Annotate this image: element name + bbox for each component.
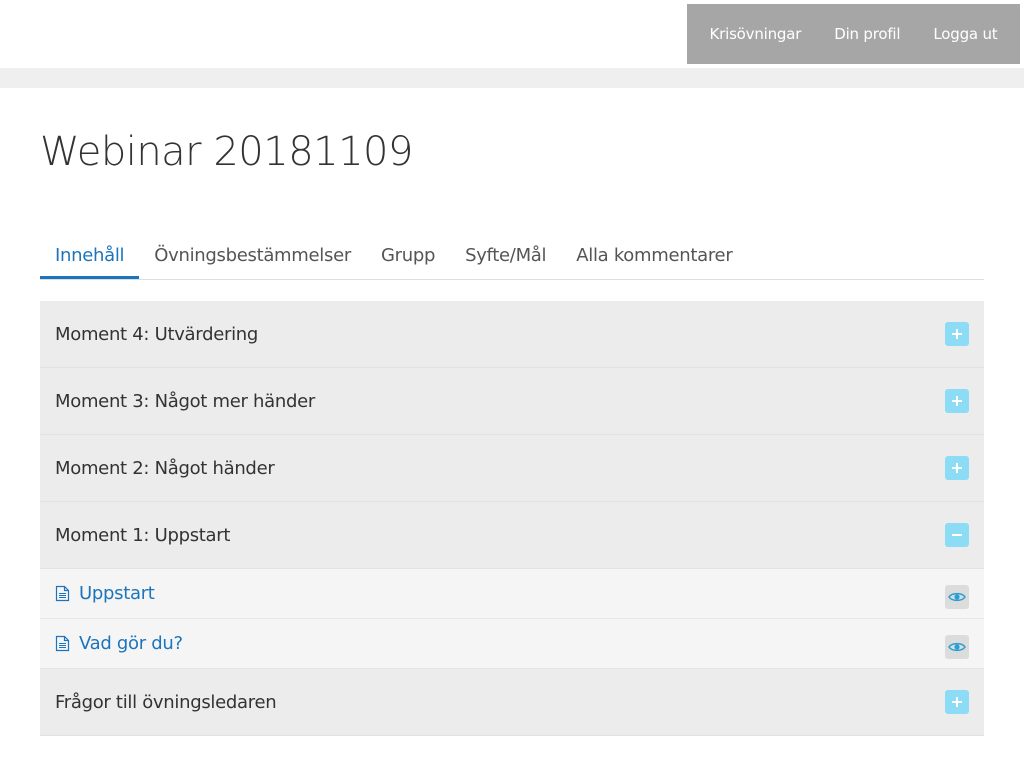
accordion-title: Moment 2: Något händer [55, 457, 275, 479]
expand-button[interactable] [945, 456, 969, 480]
item-link-group: Vad gör du? [55, 633, 183, 654]
plus-icon [952, 396, 962, 406]
plus-icon [952, 463, 962, 473]
accordion-header-moment-4[interactable]: Moment 4: Utvärdering [40, 301, 984, 368]
plus-icon [952, 697, 962, 707]
expand-button[interactable] [945, 690, 969, 714]
accordion-title: Frågor till övningsledaren [55, 691, 277, 713]
plus-icon [952, 329, 962, 339]
expand-button[interactable] [945, 322, 969, 346]
content-accordion: Moment 4: Utvärdering Moment 3: Något me… [40, 301, 984, 736]
page-title: Webinar 20181109 [40, 129, 413, 175]
tab-bar: Innehåll Övningsbestämmelser Grupp Syfte… [40, 232, 984, 280]
accordion-header-moment-3[interactable]: Moment 3: Något mer händer [40, 368, 984, 435]
expand-button[interactable] [945, 389, 969, 413]
list-item-uppstart: Uppstart [40, 569, 984, 619]
item-link[interactable]: Uppstart [79, 583, 155, 604]
accordion-header-fragor[interactable]: Frågor till övningsledaren [40, 669, 984, 736]
nav-link-krisovningar[interactable]: Krisövningar [710, 25, 802, 43]
header-divider-band [0, 68, 1024, 88]
tab-syfte-mal[interactable]: Syfte/Mål [450, 232, 561, 279]
accordion-title: Moment 1: Uppstart [55, 524, 231, 546]
accordion-title: Moment 3: Något mer händer [55, 390, 315, 412]
tab-innehall[interactable]: Innehåll [40, 232, 140, 279]
minus-icon [952, 534, 962, 536]
eye-icon [948, 592, 966, 601]
tab-alla-kommentarer[interactable]: Alla kommentarer [561, 232, 747, 279]
item-link[interactable]: Vad gör du? [79, 633, 183, 654]
tab-grupp[interactable]: Grupp [366, 232, 450, 279]
view-button[interactable] [945, 584, 969, 609]
top-navigation: Krisövningar Din profil Logga ut [687, 4, 1020, 64]
nav-link-logout[interactable]: Logga ut [933, 25, 997, 43]
tab-ovningsbestammelser[interactable]: Övningsbestämmelser [139, 232, 366, 279]
collapse-button[interactable] [945, 523, 969, 547]
document-icon [55, 635, 70, 652]
list-item-vad-gor-du: Vad gör du? [40, 619, 984, 669]
accordion-header-moment-1[interactable]: Moment 1: Uppstart [40, 502, 984, 569]
item-link-group: Uppstart [55, 583, 155, 604]
accordion-header-moment-2[interactable]: Moment 2: Något händer [40, 435, 984, 502]
view-button[interactable] [945, 634, 969, 659]
nav-link-profile[interactable]: Din profil [834, 25, 900, 43]
document-icon [55, 585, 70, 602]
accordion-title: Moment 4: Utvärdering [55, 323, 259, 345]
eye-icon [948, 642, 966, 651]
